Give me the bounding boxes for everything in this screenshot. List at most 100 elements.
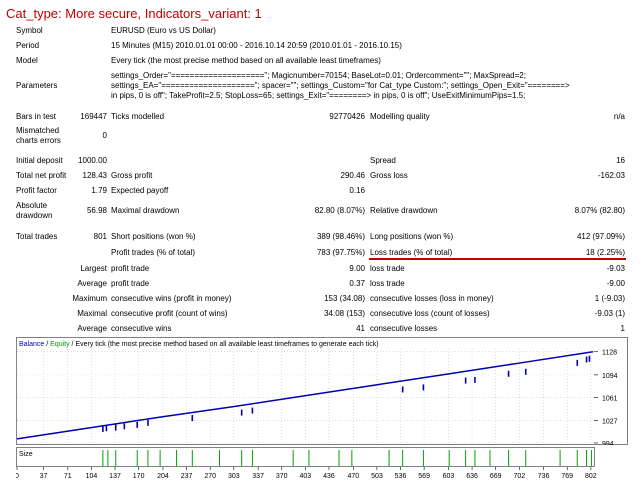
netprofit-label: Total net profit: [16, 171, 67, 180]
x-tick-label: 702: [513, 473, 525, 480]
x-tick-label: 769: [561, 473, 573, 480]
x-tick-label: 736: [538, 473, 550, 480]
deposit-label: Initial deposit: [16, 156, 63, 165]
largest-loss-value: -9.03: [606, 264, 625, 273]
period-label: Period: [16, 41, 40, 50]
x-tick-label: 536: [395, 473, 407, 480]
short-value: 389 (98.46%): [316, 232, 365, 241]
average-loss-value: -9.00: [606, 279, 625, 288]
maximal-label: Maximal: [77, 309, 107, 318]
maximal-loss-value: -9.03 (1): [594, 309, 625, 318]
symbol-label: Symbol: [16, 26, 43, 35]
y-tick-label: 1027: [602, 419, 618, 426]
y-tick-label: 1128: [602, 350, 617, 357]
size-label: Size: [19, 451, 33, 458]
maximal-profit-label: consecutive profit (count of wins): [111, 309, 228, 318]
absdd-value: 56.98: [86, 206, 107, 215]
grossprofit-label: Gross profit: [111, 171, 153, 180]
x-tick-label: 237: [181, 473, 193, 480]
average-consec-losses-label: consecutive losses: [370, 324, 438, 333]
expectedpayoff-value: 0.16: [349, 186, 365, 195]
deposit-value: 1000.00: [78, 156, 107, 165]
parameters-line-3: in pips, 0 is off"; TakeProfit=2.5; Stop…: [111, 91, 526, 100]
average-consec-label: Average: [77, 324, 107, 333]
maximum-losses-value: 1 (-9.03): [594, 294, 625, 303]
mismatch-label-2: charts errors: [16, 136, 61, 145]
maximal-loss-label: consecutive loss (count of losses): [370, 309, 490, 318]
average-label: Average: [77, 279, 107, 288]
x-tick-label: 170: [133, 473, 145, 480]
losstrades-label: Loss trades (% of total): [370, 248, 453, 257]
losstrades-value: 18 (2.25%): [585, 248, 625, 257]
profittrades-label: Profit trades (% of total): [111, 248, 196, 257]
totaltrades-value: 801: [93, 232, 107, 241]
average-profit-label: profit trade: [111, 279, 150, 288]
spread-label: Spread: [370, 156, 396, 165]
absdd-label-2: drawdown: [16, 211, 53, 220]
x-tick-label: 71: [64, 473, 72, 480]
x-tick-label: 370: [276, 473, 288, 480]
x-tick-label: 270: [204, 473, 216, 480]
average-consec-wins-value: 41: [356, 324, 365, 333]
x-tick-label: 470: [347, 473, 359, 480]
period-value: 15 Minutes (M15) 2010.01.01 00:00 - 2016…: [111, 41, 402, 50]
x-tick-label: 104: [86, 473, 98, 480]
quality-label: Modelling quality: [370, 112, 430, 121]
average-consec-losses-value: 1: [620, 324, 625, 333]
legend-description: / Every tick (the most precise method ba…: [70, 341, 379, 348]
maximum-label: Maximum: [72, 294, 107, 303]
ticks-label: Ticks modelled: [111, 112, 165, 121]
x-tick-label: 337: [252, 473, 264, 480]
bars-value: 169447: [80, 112, 107, 121]
mismatch-value: 0: [102, 131, 107, 140]
largest-label: Largest: [80, 264, 107, 273]
maximum-wins-value: 153 (34.08): [324, 294, 365, 303]
x-tick-label: 37: [40, 473, 48, 480]
symbol-value: EURUSD (Euro vs US Dollar): [111, 26, 216, 35]
x-tick-label: 204: [157, 473, 169, 480]
x-tick-label: 137: [109, 473, 121, 480]
x-tick-label: 303: [228, 473, 240, 480]
grossloss-value: -162.03: [597, 171, 625, 180]
long-value: 412 (97.09%): [576, 232, 625, 241]
netprofit-value: 128.43: [82, 171, 107, 180]
x-tick-label: 403: [300, 473, 312, 480]
profittrades-value: 783 (97.75%): [316, 248, 365, 257]
ticks-value: 92770426: [329, 112, 365, 121]
profitfactor-label: Profit factor: [16, 186, 57, 195]
largest-loss-label: loss trade: [370, 264, 405, 273]
model-value: Every tick (the most precise method base…: [111, 56, 381, 65]
reldd-label: Relative drawdown: [370, 206, 438, 215]
report-title: Cat_type: More secure, Indicators_varian…: [6, 6, 262, 21]
model-label: Model: [16, 56, 38, 65]
x-tick-label: 603: [443, 473, 455, 480]
short-label: Short positions (won %): [111, 232, 196, 241]
x-tick-label: 503: [371, 473, 383, 480]
y-tick-label: 1094: [602, 373, 618, 380]
y-tick-label: 1061: [602, 395, 618, 402]
loss-underline: [369, 258, 626, 260]
largest-profit-label: profit trade: [111, 264, 150, 273]
mismatch-label-1: Mismatched: [16, 126, 60, 135]
spread-value: 16: [616, 156, 625, 165]
maximum-wins-label: consecutive wins (profit in money): [111, 294, 232, 303]
average-consec-wins-label: consecutive wins: [111, 324, 172, 333]
x-tick-label: 669: [490, 473, 502, 480]
x-tick-label: 0: [16, 473, 19, 480]
average-profit-value: 0.37: [349, 279, 365, 288]
parameters-line-2: settings_EA="===================="; spac…: [111, 81, 570, 90]
long-label: Long positions (won %): [370, 232, 454, 241]
x-tick-label: 636: [466, 473, 478, 480]
profitfactor-value: 1.79: [91, 186, 107, 195]
chart-legend: Balance / Equity / Every tick (the most …: [19, 341, 379, 348]
parameters-label: Parameters: [16, 81, 58, 90]
absdd-label-1: Absolute: [16, 201, 48, 210]
expectedpayoff-label: Expected payoff: [111, 186, 169, 195]
legend-balance: Balance: [19, 341, 44, 348]
largest-profit-value: 9.00: [349, 264, 365, 273]
legend-equity: Equity: [50, 341, 70, 348]
maxdd-value: 82.80 (8.07%): [314, 206, 365, 215]
maximum-losses-label: consecutive losses (loss in money): [370, 294, 494, 303]
bars-label: Bars in test: [16, 112, 57, 121]
totaltrades-label: Total trades: [16, 232, 58, 241]
